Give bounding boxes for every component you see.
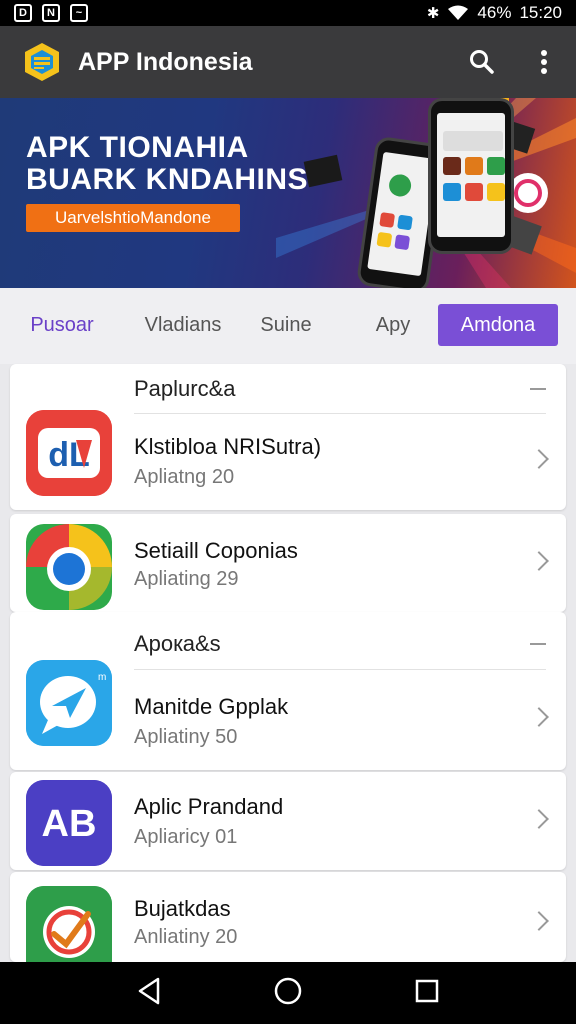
list-item[interactable]: Setiaill Coponias Apliating 29 [10, 514, 566, 614]
list-item[interactable]: dL Klstibloa NRISutra) Apliatng 20 [10, 398, 566, 498]
category-tabs: Pusoar Vladians Suine Apy Amdona [0, 288, 576, 364]
section-card-2: Apoкa&s m Manitde Gpplak Apliatiny 50 [10, 612, 566, 770]
item-subtitle: Apliatng 20 [134, 466, 235, 488]
battery-level: 46% [477, 3, 512, 22]
home-icon[interactable] [273, 976, 303, 1011]
item-title: Aplic Prandand [134, 794, 284, 819]
section-card-1-item-2: Setiaill Coponias Apliating 29 [10, 514, 566, 612]
chevron-right-icon [529, 449, 549, 469]
item-subtitle: Anliatiny 20 [134, 926, 238, 948]
tab-apy[interactable]: Apy [358, 304, 428, 346]
app-title: APP Indonesia [78, 47, 253, 76]
wifi-icon [448, 5, 469, 20]
back-icon[interactable] [136, 977, 162, 1010]
search-icon[interactable] [464, 44, 500, 80]
notification-activity-icon: ~ [70, 4, 88, 22]
status-bar: D N ~ ✱ 46% 15:20 [0, 0, 576, 26]
app-logo-icon [22, 42, 62, 82]
tab-pusoar[interactable]: Pusoar [14, 304, 110, 346]
more-vert-icon[interactable] [526, 44, 562, 80]
item-subtitle: Apliating 29 [134, 568, 239, 590]
promo-banner[interactable]: APK TIONAHIA BUARK KNDAHINS UarvelshtioM… [0, 98, 576, 288]
section-card-2-item-2: AB Aplic Prandand Apliaricy 01 [10, 772, 566, 870]
section-card-1: Paplurс&a dL Klstibloa NRISutra) Apliatn… [10, 364, 566, 510]
phone-illustration-2 [428, 98, 514, 254]
tab-vladians[interactable]: Vladians [130, 304, 236, 346]
chevron-right-icon [529, 911, 549, 931]
green-app-icon [26, 886, 112, 962]
collapse-icon[interactable] [530, 387, 546, 390]
messenger-icon: m [26, 660, 112, 746]
ab-app-icon: AB [26, 780, 112, 866]
notification-d-icon: D [14, 4, 32, 22]
chevron-right-icon [529, 551, 549, 571]
clock: 15:20 [519, 3, 562, 22]
chrome-icon [26, 524, 112, 610]
recents-icon[interactable] [414, 978, 440, 1009]
banner-headline: APK TIONAHIA BUARK KNDAHINS [26, 131, 308, 196]
red-app-icon: dL [26, 410, 112, 496]
list-item[interactable]: Bujatkdas Anliatiny 20 [10, 872, 566, 962]
svg-text:m: m [98, 672, 106, 683]
item-title: Bujatkdas [134, 896, 231, 921]
list-item[interactable]: AB Aplic Prandand Apliaricy 01 [10, 772, 566, 872]
item-title: Setiaill Coponias [134, 538, 298, 563]
chevron-right-icon [529, 707, 549, 727]
chevron-right-icon [529, 809, 549, 829]
banner-cta-button[interactable]: UarvelshtioMandone [26, 204, 240, 232]
bluetooth-icon: ✱ [426, 5, 440, 22]
section-card-2-item-3: Bujatkdas Anliatiny 20 [10, 872, 566, 962]
system-nav-bar [0, 962, 576, 1024]
notification-icons: D N ~ [14, 4, 88, 22]
notification-n-icon: N [42, 4, 60, 22]
tab-amdona[interactable]: Amdona [438, 304, 558, 346]
tab-suine[interactable]: Suine [246, 304, 326, 346]
item-title: Manitde Gpplak [134, 694, 289, 719]
app-bar: APP Indonesia [0, 26, 576, 98]
item-subtitle: Apliaricy 01 [134, 826, 238, 848]
item-subtitle: Apliatiny 50 [134, 726, 238, 748]
svg-text:AB: AB [42, 803, 97, 845]
list-item[interactable]: m Manitde Gpplak Apliatiny 50 [10, 648, 566, 748]
collapse-icon[interactable] [530, 642, 546, 645]
item-title: Klstibloa NRISutra) [134, 434, 322, 459]
